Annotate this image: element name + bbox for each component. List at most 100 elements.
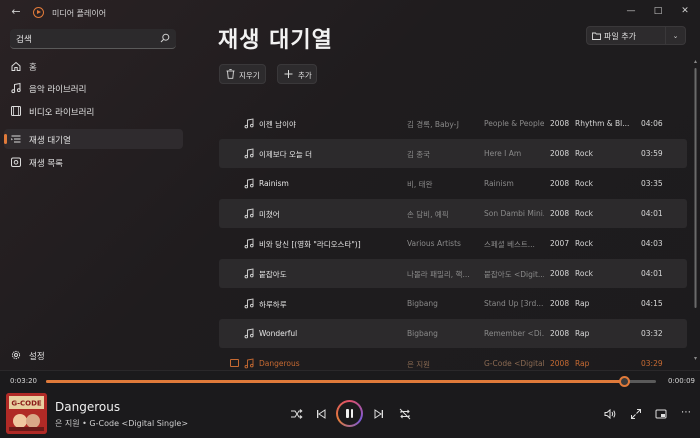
album-art[interactable]: G-CODE xyxy=(6,393,47,434)
track-duration: 03:29 xyxy=(641,359,663,368)
volume-icon[interactable] xyxy=(601,405,619,423)
track-duration: 03:35 xyxy=(641,179,663,188)
seek-bar[interactable] xyxy=(46,376,656,387)
track-genre: Rock xyxy=(575,149,593,158)
current-time: 0:03:20 xyxy=(10,377,37,385)
full-screen-icon[interactable] xyxy=(627,405,645,423)
media-player-logo-icon xyxy=(33,7,44,18)
seek-bar-fill xyxy=(46,380,625,383)
music-note-icon xyxy=(244,238,254,249)
sidebar-item-label: 재생 대기열 xyxy=(29,136,71,146)
track-artist: 손 담비, 예픽 xyxy=(407,210,449,219)
now-playing-title: Dangerous xyxy=(55,400,121,414)
settings-label: 설정 xyxy=(29,352,45,362)
sidebar-item-label: 홈 xyxy=(29,63,37,73)
music-note-icon xyxy=(244,118,254,129)
track-artist: Bigbang xyxy=(407,299,438,308)
pause-button[interactable] xyxy=(336,400,363,427)
track-year: 2008 xyxy=(550,269,570,278)
sidebar-item-playlists[interactable]: 재생 목록 xyxy=(4,152,183,172)
track-album: Stand Up [3rd... xyxy=(484,299,544,308)
table-row[interactable]: 이제보다 오늘 더 김 종국 Here I Am 2008 Rock 03:59 xyxy=(219,139,687,168)
search-input[interactable] xyxy=(16,31,156,47)
queue-icon xyxy=(11,135,21,143)
table-row[interactable]: Wonderful Bigbang Remember <Di... 2008 R… xyxy=(219,319,687,348)
track-genre: Rap xyxy=(575,329,590,338)
track-title: 미쳤어 xyxy=(259,210,280,219)
sidebar-item-home[interactable]: 홈 xyxy=(4,56,183,76)
search-icon[interactable] xyxy=(160,33,170,43)
track-artist: Bigbang xyxy=(407,329,438,338)
add-to-queue-button[interactable]: 추가 xyxy=(277,64,317,84)
trash-icon xyxy=(226,69,235,79)
track-artist: 비, 태완 xyxy=(407,180,433,189)
track-genre: Rock xyxy=(575,269,593,278)
mini-player-icon[interactable] xyxy=(652,405,670,423)
track-genre: Rock xyxy=(575,179,593,188)
next-track-icon[interactable] xyxy=(370,405,388,423)
track-album: Remember <Di... xyxy=(484,329,544,338)
table-row[interactable]: Rainism 비, 태완 Rainism 2008 Rock 03:35 xyxy=(219,169,687,198)
add-file-dropdown-button[interactable]: ⌄ xyxy=(666,26,686,45)
track-album: 스페셜 베스트... xyxy=(484,240,535,249)
search-box[interactable] xyxy=(10,29,176,49)
folder-icon xyxy=(592,32,601,40)
now-playing-subtitle: 은 지원 • G-Code <Digital Single> xyxy=(55,419,189,428)
window-title: 미디어 플레이어 xyxy=(52,9,107,18)
main-content: 재생 대기열 파일 추가 ⌄ 지우기 추가 이젠 남이야 김 경록, Baby-… xyxy=(188,0,700,370)
track-artist: 김 경록, Baby-J xyxy=(407,120,459,129)
track-artist: Various Artists xyxy=(407,239,461,248)
track-duration: 04:15 xyxy=(641,299,663,308)
track-year: 2008 xyxy=(550,329,570,338)
track-title: 하루하루 xyxy=(259,300,287,309)
track-year: 2007 xyxy=(550,239,570,248)
table-row[interactable]: 붙잡아도 나몰라 패밀리, 핵... 붙잡아도 <Digit... 2008 R… xyxy=(219,259,687,288)
table-row[interactable]: 하루하루 Bigbang Stand Up [3rd... 2008 Rap 0… xyxy=(219,289,687,318)
sidebar-item-music-library[interactable]: 음악 라이브러리 xyxy=(4,78,183,98)
track-duration: 04:01 xyxy=(641,209,663,218)
pause-icon xyxy=(338,402,361,425)
table-row-now-playing[interactable]: Dangerous 은 지원 G-Code <Digital... 2008 R… xyxy=(219,349,687,370)
track-album: Rainism xyxy=(484,179,514,188)
sidebar-item-video-library[interactable]: 비디오 라이브러리 xyxy=(4,101,183,121)
track-album: Here I Am xyxy=(484,149,522,158)
previous-track-icon[interactable] xyxy=(312,405,330,423)
back-arrow-icon[interactable]: ← xyxy=(9,5,23,19)
vertical-scrollbar[interactable] xyxy=(694,60,697,360)
more-options-icon[interactable]: ⋯ xyxy=(677,405,695,423)
track-artist: 김 종국 xyxy=(407,150,431,159)
track-title: Wonderful xyxy=(259,329,298,338)
table-row[interactable]: 미쳤어 손 담비, 예픽 Son Dambi Mini... 2008 Rock… xyxy=(219,199,687,228)
table-row[interactable]: 비와 당신 [(영화 "라디오스타")] Various Artists 스페셜… xyxy=(219,229,687,258)
track-duration: 03:59 xyxy=(641,149,663,158)
shuffle-icon[interactable] xyxy=(287,405,305,423)
clear-queue-button[interactable]: 지우기 xyxy=(219,64,266,84)
music-note-icon xyxy=(11,82,21,94)
track-year: 2008 xyxy=(550,209,570,218)
page-title: 재생 대기열 xyxy=(218,28,333,53)
seek-bar-thumb[interactable] xyxy=(619,376,631,387)
track-album: 붙잡아도 <Digit... xyxy=(484,270,544,279)
track-album: G-Code <Digital... xyxy=(484,359,544,368)
repeat-off-icon[interactable] xyxy=(396,405,414,423)
track-year: 2008 xyxy=(550,179,570,188)
add-file-button[interactable]: 파일 추가 xyxy=(586,26,666,45)
music-note-icon xyxy=(244,268,254,279)
sidebar-item-settings[interactable]: 설정 xyxy=(4,345,183,365)
track-title: 붙잡아도 xyxy=(259,270,287,279)
track-title: 비와 당신 [(영화 "라디오스타")] xyxy=(259,240,361,249)
table-row[interactable]: 이젠 남이야 김 경록, Baby-J People & People 2008… xyxy=(219,109,687,138)
sidebar: 홈 음악 라이브러리 비디오 라이브러리 xyxy=(0,26,188,370)
total-time: 0:00:09 xyxy=(668,377,695,385)
now-playing-icon xyxy=(230,359,239,367)
chevron-down-icon: ⌄ xyxy=(672,32,679,40)
track-title: 이제보다 오늘 더 xyxy=(259,150,313,159)
sidebar-item-label: 재생 목록 xyxy=(29,159,63,169)
plus-icon xyxy=(284,70,293,78)
track-year: 2008 xyxy=(550,359,570,368)
player-bar: 0:03:20 0:00:09 G-CODE Dangerous 은 지원 • … xyxy=(0,370,700,438)
track-album: People & People xyxy=(484,119,544,128)
album-art-image: G-CODE xyxy=(6,393,47,434)
sidebar-item-play-queue[interactable]: 재생 대기열 xyxy=(4,129,183,149)
music-note-icon xyxy=(244,328,254,339)
